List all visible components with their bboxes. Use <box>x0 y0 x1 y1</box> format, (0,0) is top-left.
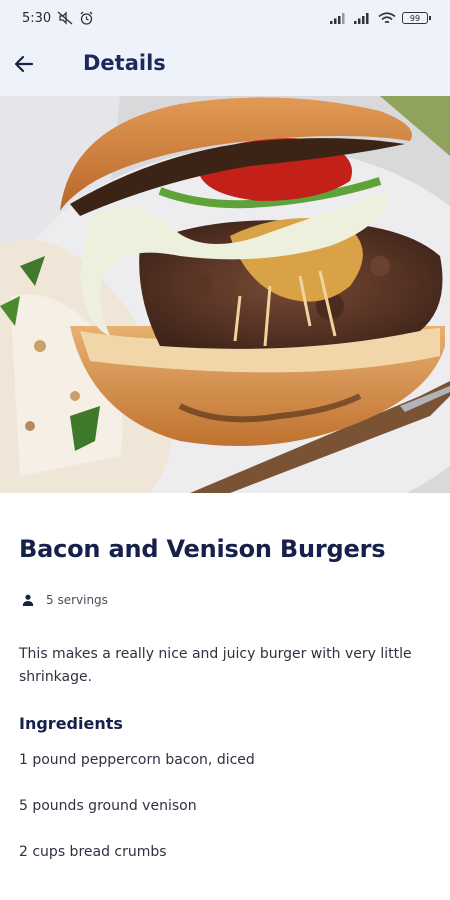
ingredients-heading: Ingredients <box>19 714 123 733</box>
status-bar: 5:30 99 <box>0 0 450 36</box>
person-icon <box>22 594 34 606</box>
arrow-left-icon <box>14 55 34 77</box>
header-area: 5:30 99 Details <box>0 0 450 96</box>
servings-row: 5 servings <box>19 593 431 607</box>
ingredients-list: 1 pound peppercorn bacon, diced 5 pounds… <box>19 751 431 889</box>
status-right: 99 <box>330 11 431 25</box>
battery-level: 99 <box>409 13 421 23</box>
alarm-icon <box>79 11 94 26</box>
battery-icon: 99 <box>402 12 431 24</box>
recipe-description: This makes a really nice and juicy burge… <box>19 646 412 685</box>
servings-text: 5 servings <box>46 593 108 607</box>
recipe-content: Bacon and Venison Burgers 5 servings Thi… <box>0 535 450 889</box>
burger-photo <box>0 96 450 493</box>
status-left: 5:30 <box>22 11 94 26</box>
ingredient-item: 1 pound peppercorn bacon, diced <box>19 752 255 768</box>
mute-icon <box>57 11 73 25</box>
wifi-icon <box>378 11 396 25</box>
ingredient-item: 5 pounds ground venison <box>19 798 197 814</box>
ingredient-item: 2 cups bread crumbs <box>19 844 167 860</box>
signal-icon <box>330 12 348 24</box>
status-time: 5:30 <box>22 10 52 26</box>
page-title: Details <box>83 51 166 75</box>
app-bar: Details <box>0 36 450 96</box>
recipe-image <box>0 96 450 493</box>
back-button[interactable] <box>8 50 40 82</box>
recipe-title: Bacon and Venison Burgers <box>19 535 386 563</box>
signal-icon-2 <box>354 12 372 24</box>
